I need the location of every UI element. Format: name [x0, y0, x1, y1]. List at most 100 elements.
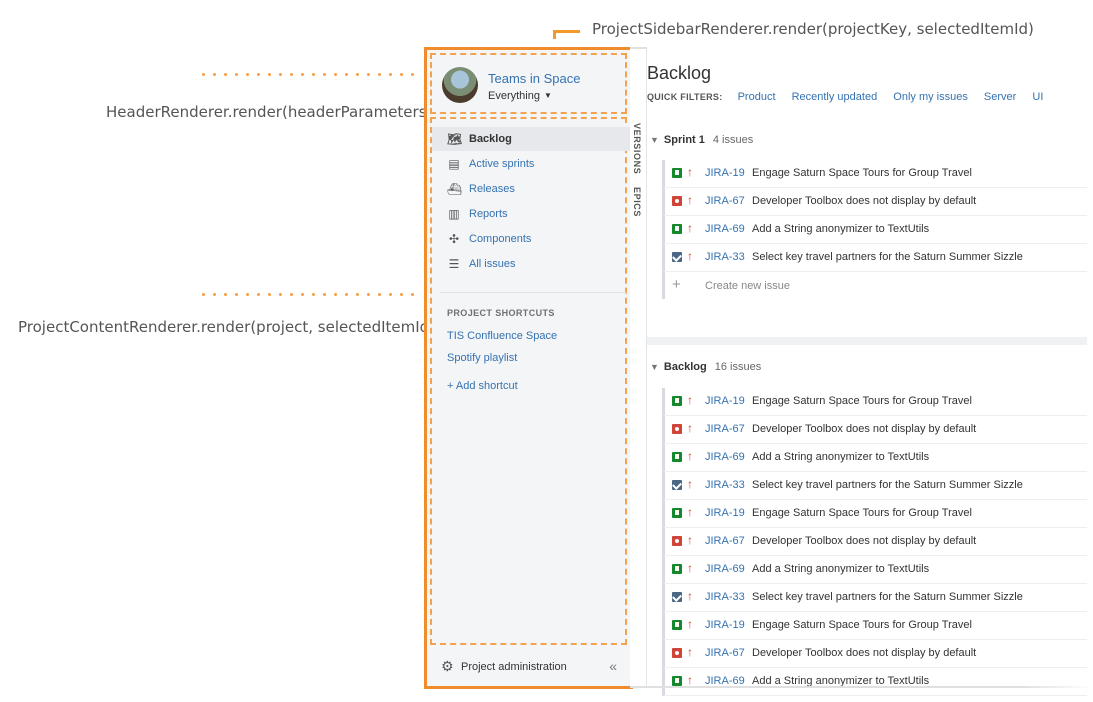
sidebar-item-backlog[interactable]: 🗺 Backlog [432, 127, 632, 151]
issue-row[interactable]: ↑ JIRA-19 Engage Saturn Space Tours for Gr… [662, 612, 1087, 640]
quick-filter-server[interactable]: Server [984, 91, 1016, 103]
priority-high-icon: ↑ [687, 617, 693, 631]
issue-key[interactable]: JIRA-69 [705, 563, 745, 575]
bug-type-icon [672, 196, 682, 206]
issue-row[interactable]: ↑ JIRA-67 Developer Toolbox does not displ… [662, 416, 1087, 444]
map-icon: 🗺 [447, 132, 463, 146]
sidebar-item-active-sprints[interactable]: ▤ Active sprints [432, 152, 632, 176]
bottom-rule [630, 686, 1093, 688]
issue-row[interactable]: ↑ JIRA-67 Developer Toolbox does not displ… [662, 188, 1087, 216]
issue-row[interactable]: ↑ JIRA-33 Select key travel partners for t… [662, 244, 1087, 272]
backlog-header[interactable]: ▼ Backlog 16 issues [650, 361, 761, 373]
issue-key[interactable]: JIRA-33 [705, 251, 745, 263]
issue-key[interactable]: JIRA-67 [705, 535, 745, 547]
project-shortcuts-title: PROJECT SHORTCUTS [447, 308, 555, 318]
priority-high-icon: ↑ [687, 477, 693, 491]
issue-key[interactable]: JIRA-67 [705, 195, 745, 207]
issue-summary: Add a String anonymizer to TextUtils [752, 223, 930, 235]
tab-epics[interactable]: EPICS [632, 187, 642, 217]
issue-row[interactable]: ↑ JIRA-69 Add a String anonymizer to TextU… [662, 668, 1087, 696]
issue-summary: Developer Toolbox does not display by de… [752, 535, 977, 547]
sidebar-item-label: All issues [469, 258, 516, 270]
issue-row[interactable]: ↑ JIRA-33 Select key travel partners for t… [662, 584, 1087, 612]
backlog-issue-count: 16 issues [714, 361, 762, 373]
issue-key[interactable]: JIRA-69 [705, 223, 745, 235]
sidebar-item-label: Reports [469, 208, 508, 220]
issue-row[interactable]: ↑ JIRA-69 Add a String anonymizer to TextU… [662, 556, 1087, 584]
board-icon: ▤ [448, 157, 460, 171]
collapse-sidebar-button[interactable]: « [609, 658, 617, 674]
project-name-link[interactable]: Teams in Space [488, 71, 581, 86]
issue-row[interactable]: ↑ JIRA-67 Developer Toolbox does not displ… [662, 640, 1087, 668]
backlog-issue-list: ↑ JIRA-19 Engage Saturn Space Tours for Gr… [662, 388, 1087, 696]
shortcut-spotify[interactable]: Spotify playlist [447, 352, 517, 364]
issue-summary: Engage Saturn Space Tours for Group Trav… [752, 507, 972, 519]
priority-high-icon: ↑ [687, 421, 693, 435]
project-filter-dropdown[interactable]: Everything ▼ [488, 90, 552, 102]
project-avatar[interactable] [442, 67, 478, 103]
priority-high-icon: ↑ [687, 393, 693, 407]
shortcut-confluence[interactable]: TIS Confluence Space [447, 330, 557, 342]
issue-key[interactable]: JIRA-33 [705, 479, 745, 491]
issue-summary: Engage Saturn Space Tours for Group Trav… [752, 395, 972, 407]
sidebar-item-releases[interactable]: ⛴ Releases [432, 177, 632, 201]
issue-key[interactable]: JIRA-19 [705, 619, 745, 631]
sidebar-item-components[interactable]: ✣ Components [432, 227, 632, 251]
issue-summary: Developer Toolbox does not display by de… [752, 195, 977, 207]
issue-summary: Engage Saturn Space Tours for Group Trav… [752, 167, 972, 179]
issue-key[interactable]: JIRA-19 [705, 395, 745, 407]
issue-row[interactable]: ↑ JIRA-69 Add a String anonymizer to TextU… [662, 216, 1087, 244]
project-administration-link[interactable]: Project administration [461, 661, 567, 673]
issue-summary: Developer Toolbox does not display by de… [752, 423, 977, 435]
task-type-icon [672, 480, 682, 490]
sidebar-item-all-issues[interactable]: ☰ All issues [432, 252, 632, 276]
quick-filter-recently-updated[interactable]: Recently updated [792, 91, 878, 103]
quick-filter-only-my-issues[interactable]: Only my issues [893, 91, 968, 103]
priority-high-icon: ↑ [687, 165, 693, 179]
task-type-icon [672, 592, 682, 602]
create-issue-label: Create new issue [705, 280, 790, 292]
sidebar-item-reports[interactable]: ▥ Reports [432, 202, 632, 226]
issue-row[interactable]: ↑ JIRA-67 Developer Toolbox does not displ… [662, 528, 1087, 556]
priority-high-icon: ↑ [687, 249, 693, 263]
quick-filter-ui[interactable]: UI [1032, 91, 1043, 103]
quick-filters-label: QUICK FILTERS: [647, 92, 723, 102]
issue-row[interactable]: ↑ JIRA-19 Engage Saturn Space Tours for Gr… [662, 388, 1087, 416]
quick-filters: QUICK FILTERS: Product Recently updated … [647, 91, 1056, 103]
priority-high-icon: ↑ [687, 645, 693, 659]
create-issue-row[interactable]: + Create new issue [662, 272, 1087, 299]
issue-row[interactable]: ↑ JIRA-19 Engage Saturn Space Tours for Gr… [662, 160, 1087, 188]
issue-key[interactable]: JIRA-69 [705, 451, 745, 463]
issue-key[interactable]: JIRA-33 [705, 591, 745, 603]
issue-key[interactable]: JIRA-19 [705, 167, 745, 179]
issue-summary: Engage Saturn Space Tours for Group Trav… [752, 619, 972, 631]
sidebar-item-label: Components [469, 233, 532, 245]
priority-high-icon: ↑ [687, 673, 693, 687]
issue-key[interactable]: JIRA-19 [705, 507, 745, 519]
list-icon: ☰ [448, 257, 460, 271]
bug-type-icon [672, 424, 682, 434]
backlog-main: Backlog QUICK FILTERS: Product Recently … [647, 47, 1087, 696]
issue-row[interactable]: ↑ JIRA-69 Add a String anonymizer to TextU… [662, 444, 1087, 472]
priority-high-icon: ↑ [687, 449, 693, 463]
issue-key[interactable]: JIRA-67 [705, 647, 745, 659]
add-shortcut-link[interactable]: + Add shortcut [447, 380, 518, 392]
story-type-icon [672, 168, 682, 178]
sprint-header[interactable]: ▼ Sprint 1 4 issues [650, 134, 753, 146]
sidebar-annotation-bracket [553, 25, 580, 39]
issue-row[interactable]: ↑ JIRA-19 Engage Saturn Space Tours for Gr… [662, 500, 1087, 528]
quick-filter-product[interactable]: Product [738, 91, 776, 103]
priority-high-icon: ↑ [687, 505, 693, 519]
bug-type-icon [672, 648, 682, 658]
priority-high-icon: ↑ [687, 221, 693, 235]
issue-key[interactable]: JIRA-67 [705, 423, 745, 435]
plus-icon: + [672, 276, 681, 293]
sprint-issue-list: ↑ JIRA-19 Engage Saturn Space Tours for Gr… [662, 160, 1087, 299]
chevron-down-icon: ▼ [650, 362, 659, 372]
issue-summary: Select key travel partners for the Satur… [752, 591, 1023, 603]
vertical-tabs: VERSIONS EPICS [630, 47, 647, 687]
issue-row[interactable]: ↑ JIRA-33 Select key travel partners for t… [662, 472, 1087, 500]
priority-high-icon: ↑ [687, 561, 693, 575]
header-renderer-annotation: HeaderRenderer.render(headerParameters) [106, 103, 433, 121]
tab-versions[interactable]: VERSIONS [632, 123, 642, 174]
